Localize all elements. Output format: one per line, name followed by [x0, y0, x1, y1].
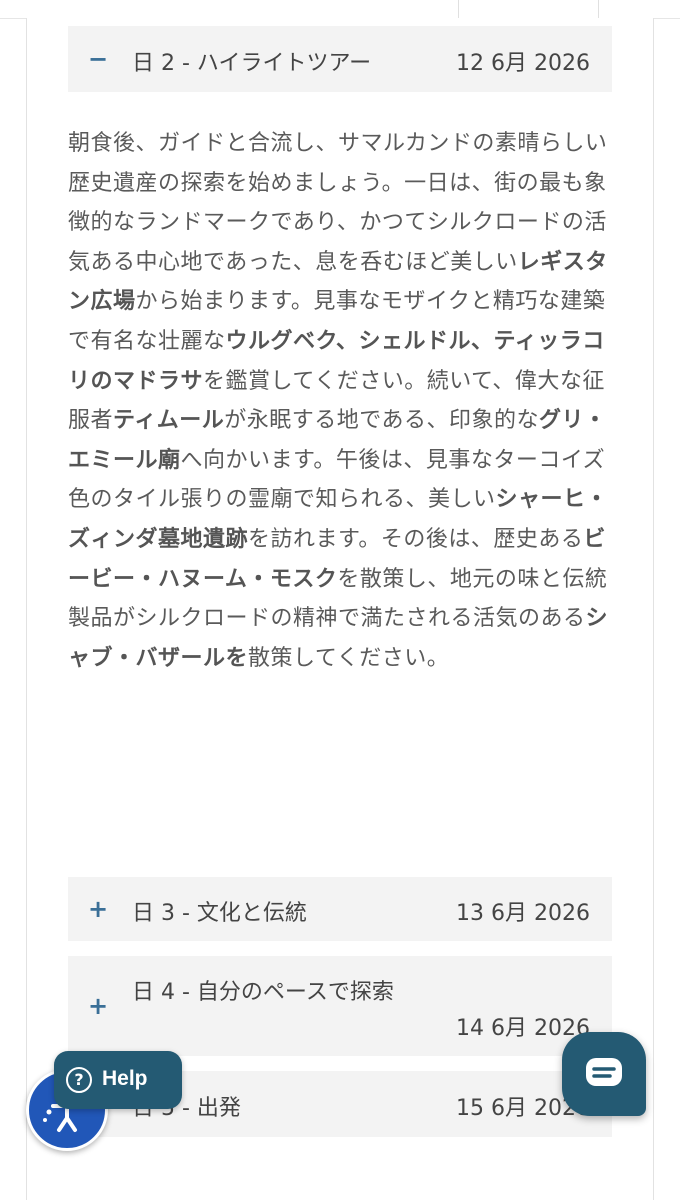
accordion-day-4[interactable]: + 日 4 - 自分のペースで探索 14 6月 2026	[68, 956, 612, 1056]
day-title: 日 4 - 自分のペースで探索	[132, 980, 394, 1005]
description-text: を訪れます。その後は、歴史ある	[248, 526, 584, 552]
description-text: が永眠する地である、印象的な	[224, 408, 539, 434]
nav-divider	[598, 0, 599, 18]
question-circle-icon: ?	[66, 1067, 92, 1093]
top-nav-strip	[0, 0, 680, 19]
expand-plus-icon[interactable]: +	[88, 994, 108, 1018]
day-2-description: 朝食後、ガイドと合流し、サマルカンドの素晴らしい歴史遺産の探索を始めましょう。一…	[68, 124, 612, 678]
highlight-place: ティムール	[113, 408, 225, 434]
description-text: 散策してください。	[248, 645, 450, 671]
day-title: 日 3 - 文化と伝統	[132, 901, 307, 926]
accordion-day-3[interactable]: + 日 3 - 文化と伝統 13 6月 2026	[68, 877, 612, 941]
chat-bubble-icon	[586, 1058, 622, 1086]
help-label: Help	[102, 1067, 148, 1090]
day-title: 日 2 - ハイライトツアー	[132, 51, 372, 76]
chat-button[interactable]	[562, 1032, 646, 1116]
help-button[interactable]: ? Help	[54, 1051, 182, 1109]
day-date: 12 6月 2026	[456, 51, 590, 76]
nav-divider	[458, 0, 459, 18]
day-date: 13 6月 2026	[456, 901, 590, 926]
collapse-minus-icon[interactable]: −	[88, 47, 108, 71]
accordion-day-2[interactable]: − 日 2 - ハイライトツアー 12 6月 2026	[68, 26, 612, 92]
expand-plus-icon[interactable]: +	[88, 897, 108, 921]
